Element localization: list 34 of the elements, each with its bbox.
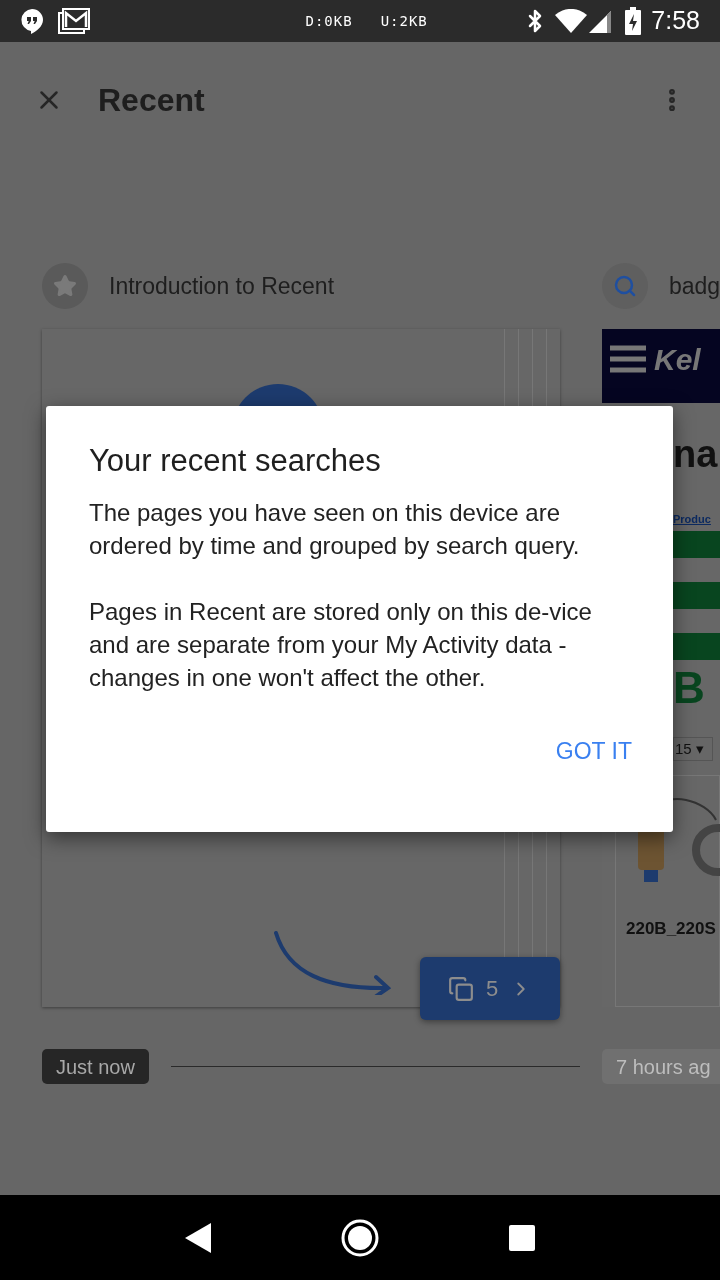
wifi-icon [555,9,588,33]
mail-icon [58,8,90,34]
menu-icon [610,345,646,373]
dialog-message: The pages you have seen on this device are ordered by time and grouped by search query. [89,498,581,561]
dialog-title: Your recent searches [89,442,382,480]
copy-icon [447,975,474,1002]
search-icon [613,274,637,298]
clock-time: 7:58 [651,5,700,37]
back-icon[interactable] [184,1222,211,1253]
group-title[interactable]: badg [669,268,720,304]
chat-bubble-icon [20,8,44,34]
got-it-button[interactable]: GOT IT [555,734,632,769]
time-chip[interactable]: 7 hours ag [602,1049,720,1084]
page-size-select: 15 ▾ [673,736,713,761]
battery-charging-icon [625,7,642,35]
brand-text: B [673,665,706,710]
category-bar [673,530,720,558]
category-bar [673,581,720,609]
home-icon[interactable] [340,1217,380,1258]
category-bar [673,632,720,660]
site-logo: Kel [654,345,701,375]
page-title: Recent [98,81,205,120]
star-icon [53,274,77,298]
page-heading: na [673,435,719,473]
dialog-message: Pages in Recent are stored only on this de-vice and are separate from your My Activity data - changes in one won't affect the other. [89,597,593,693]
product-caption: 220B_220S [626,918,717,940]
group-title[interactable]: Introduction to Recent [109,268,335,304]
signal-icon [587,9,614,33]
tab-count-button[interactable]: 5 [420,957,560,1020]
time-chip[interactable]: Just now [42,1049,149,1084]
product-link: Produc [673,512,712,527]
download-speed: D:0KB [305,11,353,31]
recents-icon[interactable] [509,1224,536,1251]
upload-speed: U:2KB [380,11,428,31]
